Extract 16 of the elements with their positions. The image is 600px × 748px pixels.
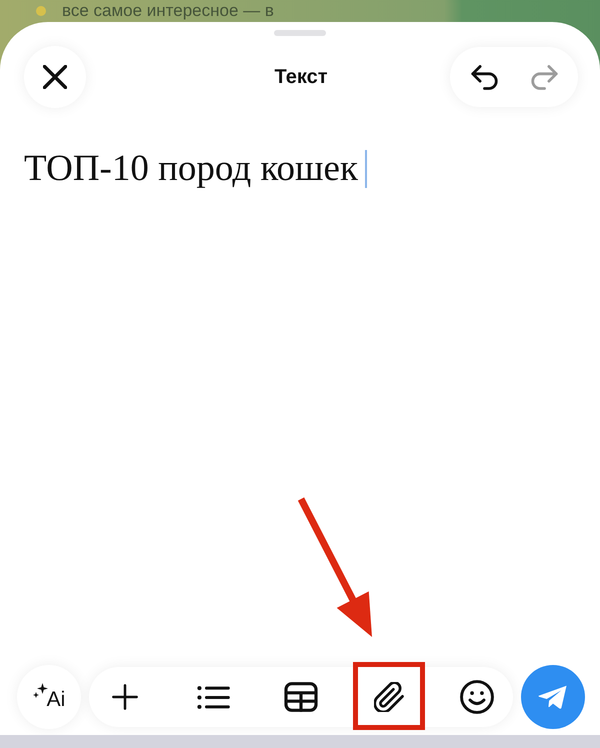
plus-icon	[112, 684, 138, 710]
paper-plane-icon	[538, 685, 568, 709]
ai-button[interactable]: Ai	[17, 665, 81, 729]
sheet-title: Текст	[274, 66, 328, 88]
close-icon	[43, 65, 67, 89]
paperclip-icon	[374, 682, 404, 712]
table-icon	[284, 682, 318, 712]
backdrop-text: все самое интересное — в	[62, 1, 274, 21]
bulleted-list-icon	[196, 684, 230, 710]
undo-icon	[470, 64, 498, 90]
dot-icon	[36, 6, 46, 16]
redo-icon	[530, 64, 558, 90]
sparkle-icon	[32, 682, 48, 700]
smiley-icon	[460, 680, 494, 714]
text-editor[interactable]: ТОП-10 пород кошек	[24, 146, 367, 192]
drag-handle[interactable]	[274, 30, 326, 36]
